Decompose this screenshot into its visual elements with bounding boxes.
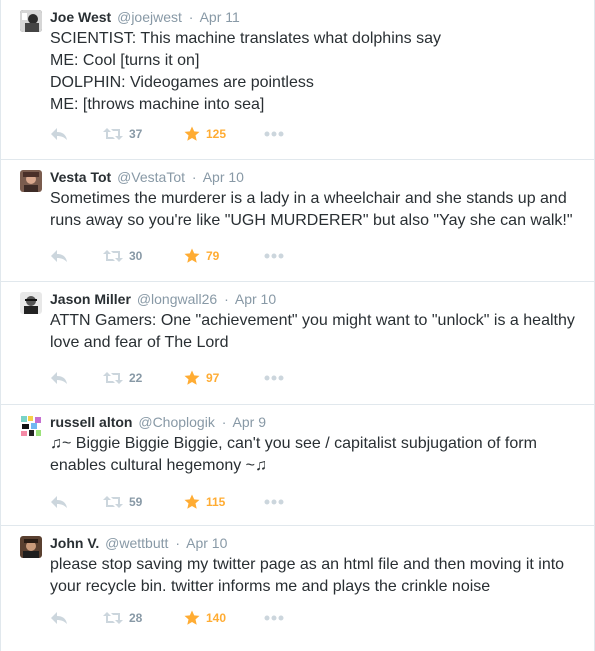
favorite-count: 79 <box>206 249 220 263</box>
tweet[interactable]: Vesta Tot @VestaTot · Apr 10 Sometimes t… <box>1 160 594 282</box>
tweet[interactable]: John V. @wettbutt · Apr 10 please stop s… <box>1 526 594 651</box>
user-name[interactable]: russell alton <box>50 414 132 430</box>
favorite-button[interactable]: 140 <box>184 608 226 628</box>
tweet-time[interactable]: Apr 10 <box>186 535 227 551</box>
more-icon <box>264 131 284 137</box>
avatar[interactable] <box>20 170 42 192</box>
tweet-text: SCIENTIST: This machine translates what … <box>50 30 441 113</box>
user-handle[interactable]: @VestaTot <box>117 169 185 185</box>
separator-dot: · <box>188 9 194 25</box>
retweet-button[interactable]: 28 <box>103 608 142 628</box>
favorite-count: 115 <box>206 495 226 509</box>
reply-button[interactable] <box>50 124 68 144</box>
tweet-header: russell alton @Choplogik · Apr 9 <box>50 413 266 431</box>
favorite-button[interactable]: 115 <box>184 492 225 512</box>
more-icon <box>264 375 284 381</box>
retweet-count: 59 <box>129 495 143 509</box>
tweet-time[interactable]: Apr 10 <box>235 291 276 307</box>
avatar[interactable] <box>20 10 42 32</box>
user-name[interactable]: Jason Miller <box>50 291 131 307</box>
separator-dot: · <box>221 414 227 430</box>
avatar[interactable] <box>20 292 42 314</box>
tweet[interactable]: Jason Miller @longwall26 · Apr 10 ATTN G… <box>1 282 594 405</box>
user-handle[interactable]: @wettbutt <box>105 535 168 551</box>
more-button[interactable] <box>264 608 284 628</box>
separator-dot: · <box>175 535 180 551</box>
user-name[interactable]: Joe West <box>50 9 111 25</box>
tweet-time[interactable]: Apr 10 <box>203 169 244 185</box>
favorite-button[interactable]: 79 <box>184 246 219 266</box>
tweet-feed: Joe West @joejwest · Apr 11 SCIENTIST: T… <box>0 0 595 651</box>
user-name[interactable]: John V. <box>50 535 99 551</box>
reply-button[interactable] <box>50 492 68 512</box>
retweet-count: 22 <box>129 371 143 385</box>
star-icon <box>184 494 200 510</box>
avatar[interactable] <box>20 415 42 437</box>
tweet-text: please stop saving my twitter page as an… <box>50 556 565 595</box>
tweet-text: ATTN Gamers: One "achievement" you might… <box>50 312 575 351</box>
star-icon <box>184 370 200 386</box>
favorite-count: 140 <box>206 611 227 625</box>
retweet-button[interactable]: 59 <box>103 492 142 512</box>
tweet-header: Jason Miller @longwall26 · Apr 10 <box>50 290 276 308</box>
separator-dot: · <box>224 291 229 307</box>
reply-icon <box>50 249 68 263</box>
tweet-time[interactable]: Apr 11 <box>200 9 240 25</box>
retweet-count: 30 <box>129 249 143 263</box>
star-icon <box>184 248 200 264</box>
reply-button[interactable] <box>50 608 68 628</box>
retweet-icon <box>103 127 123 141</box>
user-handle[interactable]: @longwall26 <box>137 291 217 307</box>
more-button[interactable] <box>264 246 284 266</box>
retweet-icon <box>103 249 123 263</box>
more-button[interactable] <box>264 124 284 144</box>
reply-icon <box>50 371 68 385</box>
more-icon <box>264 499 284 505</box>
tweet-header: Vesta Tot @VestaTot · Apr 10 <box>50 168 244 186</box>
tweet-header: Joe West @joejwest · Apr 11 <box>50 8 240 26</box>
retweet-button[interactable]: 30 <box>103 246 142 266</box>
retweet-icon <box>103 371 123 385</box>
reply-icon <box>50 495 68 509</box>
reply-button[interactable] <box>50 368 68 388</box>
reply-button[interactable] <box>50 246 68 266</box>
reply-icon <box>50 127 68 141</box>
star-icon <box>184 126 200 142</box>
tweet-text: Sometimes the murderer is a lady in a wh… <box>50 190 573 229</box>
more-button[interactable] <box>264 492 284 512</box>
star-icon <box>184 610 200 626</box>
reply-icon <box>50 611 68 625</box>
tweet-header: John V. @wettbutt · Apr 10 <box>50 534 227 552</box>
favorite-count: 125 <box>206 127 227 141</box>
separator-dot: · <box>191 169 197 185</box>
user-name[interactable]: Vesta Tot <box>50 169 111 185</box>
retweet-icon <box>103 495 123 509</box>
retweet-count: 28 <box>129 611 143 625</box>
more-icon <box>264 615 284 621</box>
favorite-count: 97 <box>206 371 220 385</box>
favorite-button[interactable]: 97 <box>184 368 219 388</box>
tweet-text: ♫~ Biggie Biggie Biggie, can't you see /… <box>50 435 537 474</box>
more-button[interactable] <box>264 368 284 388</box>
retweet-count: 37 <box>129 127 143 141</box>
tweet[interactable]: Joe West @joejwest · Apr 11 SCIENTIST: T… <box>1 0 594 160</box>
avatar[interactable] <box>20 536 42 558</box>
favorite-button[interactable]: 125 <box>184 124 226 144</box>
tweet[interactable]: russell alton @Choplogik · Apr 9 ♫~ Bigg… <box>1 405 594 526</box>
retweet-button[interactable]: 37 <box>103 124 142 144</box>
retweet-icon <box>103 611 123 625</box>
user-handle[interactable]: @joejwest <box>117 9 182 25</box>
tweet-time[interactable]: Apr 9 <box>233 414 266 430</box>
retweet-button[interactable]: 22 <box>103 368 142 388</box>
more-icon <box>264 253 284 259</box>
user-handle[interactable]: @Choplogik <box>138 414 214 430</box>
